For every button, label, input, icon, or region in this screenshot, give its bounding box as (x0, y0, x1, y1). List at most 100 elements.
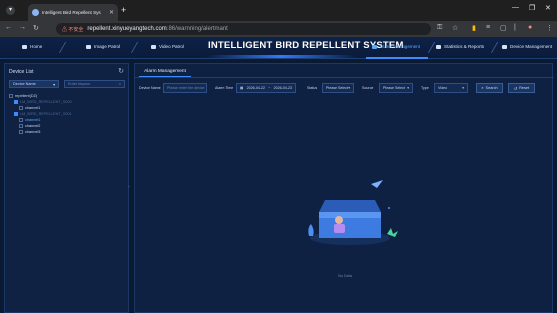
chevron-down-icon: ▾ (53, 82, 55, 87)
address-bar[interactable]: ⚠ 不安全 repellent.xinyueyangtech.com:86/wa… (56, 23, 431, 35)
reset-button[interactable]: ↺ Reset (508, 83, 535, 93)
tree-checkbox[interactable] (19, 106, 23, 110)
tree-node-label: channel1 (25, 106, 41, 110)
device-icon (502, 44, 507, 49)
extension-icon[interactable]: ▮ (472, 24, 476, 32)
tree-node-label: channel3 (25, 130, 41, 134)
device-name-label: Device Name (139, 86, 161, 90)
home-icon (22, 44, 27, 49)
type-label: Type (421, 86, 429, 90)
system-title: INTELLIGENT BIRD REPELLENT SYSTEM (208, 40, 404, 51)
tree-node[interactable]: channel3 (9, 129, 127, 135)
chevron-down-icon: ▾ (407, 86, 409, 90)
nav-active-indicator (366, 57, 428, 59)
video-icon (151, 44, 156, 49)
person-body (334, 224, 345, 233)
menu-list-icon[interactable]: ≡ (486, 24, 490, 31)
forward-icon[interactable]: → (19, 24, 26, 31)
maximize-icon[interactable]: ❐ (529, 4, 535, 12)
person-head (335, 216, 343, 224)
device-search-input[interactable]: Enter keywor ⌕ (64, 80, 125, 88)
tree-checkbox[interactable] (9, 94, 13, 98)
tab-title: Intelligent Bird Repellent Sys (42, 10, 101, 15)
source-label: Source (362, 86, 374, 90)
paper-plane-icon (371, 180, 383, 188)
reload-icon[interactable]: ↻ (33, 24, 39, 32)
app-root: Home Image Patrol Video Patrol INTELLIGE… (0, 37, 557, 313)
nav-video-patrol[interactable]: Video Patrol (151, 44, 184, 49)
nav-statistics-reports[interactable]: Statistics & Reports (436, 44, 484, 49)
status-label: Status (307, 86, 318, 90)
search-icon[interactable]: ⌕ (119, 82, 121, 86)
browser-tab[interactable]: Intelligent Bird Repellent Sys ✕ (28, 4, 118, 21)
box-rim (319, 212, 381, 218)
plant-left-icon (308, 224, 314, 236)
empty-state-illustration (308, 180, 398, 245)
collapse-handle-icon[interactable]: › (128, 184, 130, 190)
alarm-time-label: Alarm Time (215, 86, 234, 90)
tab-divider (135, 77, 554, 78)
side-panel-icon[interactable]: ▢ (500, 24, 507, 32)
device-list-title: Device List (9, 69, 34, 75)
nav-device-management[interactable]: Device Management (502, 44, 552, 49)
alarm-management-panel: Alarm Management Device Name Please ente… (134, 63, 554, 313)
calendar-icon: ▦ (240, 86, 244, 90)
close-window-icon[interactable]: ✕ (545, 4, 551, 12)
device-filter-select[interactable]: Device Name ▾ (9, 80, 59, 88)
nav-alarm-management[interactable]: Alarm Management (372, 44, 420, 49)
box-lid (319, 200, 381, 212)
profile-icon[interactable]: | (514, 24, 516, 31)
image-icon (86, 44, 91, 49)
tree-node-label: channel1 (25, 118, 41, 122)
back-icon[interactable]: ← (5, 24, 12, 31)
chevron-down-icon: ▾ (348, 86, 350, 90)
filter-bar: Device Name Please enter the device Alar… (135, 82, 554, 96)
tab-alarm-management[interactable]: Alarm Management (139, 66, 191, 77)
minimize-icon[interactable]: — (512, 4, 519, 11)
search-icon: ⌕ (481, 86, 484, 90)
top-navigation: Home Image Patrol Video Patrol INTELLIGE… (0, 37, 557, 59)
tree-checkbox[interactable] (19, 124, 23, 128)
nav-divider (427, 42, 436, 53)
nav-divider (58, 42, 67, 53)
alarm-time-range[interactable]: ▦ 2026-04-22 ~ 2026-04-23 (236, 83, 296, 93)
status-select[interactable]: Please Select ▾ (322, 83, 354, 93)
no-data-text: No Data (338, 274, 352, 278)
tree-node-label: repellent(DZ) (15, 94, 38, 98)
refresh-icon[interactable]: ↻ (118, 67, 124, 75)
browser-window: ▾ Intelligent Bird Repellent Sys ✕ + — ❐… (0, 0, 557, 313)
chevron-down-icon: ▾ (462, 86, 464, 90)
alarm-icon (372, 44, 377, 49)
tab-strip: ▾ Intelligent Bird Repellent Sys ✕ + — ❐… (0, 0, 557, 21)
tree-node-label: LM_BIRD_REPELLENT_S000 (20, 100, 72, 104)
tab-search-icon[interactable]: ▾ (6, 6, 15, 15)
nav-divider (130, 42, 139, 53)
nav-image-patrol[interactable]: Image Patrol (86, 44, 120, 49)
url-text: repellent.xinyueyangtech.com:86/warnning… (87, 26, 228, 32)
nav-home[interactable]: Home (22, 44, 42, 49)
tree-node-label: channel2 (25, 124, 41, 128)
device-tree: repellent(DZ) LM_BIRD_REPELLENT_S000chann… (9, 93, 127, 135)
source-select[interactable]: Please Select ▾ (379, 83, 413, 93)
close-tab-icon[interactable]: ✕ (109, 9, 114, 16)
browser-menu-icon[interactable]: ⋮ (546, 24, 553, 32)
type-select[interactable]: Video ▾ (434, 83, 468, 93)
reset-icon: ↺ (513, 86, 518, 91)
address-bar-row: ← → ↻ ⚠ 不安全 repellent.xinyueyangtech.com… (0, 21, 557, 37)
tree-checkbox[interactable] (19, 130, 23, 134)
bookmark-star-icon[interactable]: ☆ (452, 24, 458, 32)
search-button[interactable]: ⌕ Search (476, 83, 503, 93)
device-list-panel: Device List ↻ Device Name ▾ Enter keywor ⌕… (4, 63, 129, 313)
plant-right-icon (387, 228, 398, 237)
tree-checkbox[interactable] (19, 118, 23, 122)
profile-avatar-icon[interactable]: ● (528, 24, 532, 31)
tree-checkbox[interactable] (14, 100, 18, 104)
new-tab-icon[interactable]: + (121, 5, 126, 15)
security-warning[interactable]: ⚠ 不安全 (62, 26, 83, 33)
device-name-input[interactable]: Please enter the device (163, 83, 207, 93)
tree-node-label: LM_BIRD_REPELLENT_S001 (20, 112, 72, 116)
password-key-icon[interactable]: ⚿ (437, 24, 442, 32)
dot-decoration (388, 207, 390, 209)
tree-checkbox[interactable] (14, 112, 18, 116)
nav-divider (490, 42, 499, 53)
